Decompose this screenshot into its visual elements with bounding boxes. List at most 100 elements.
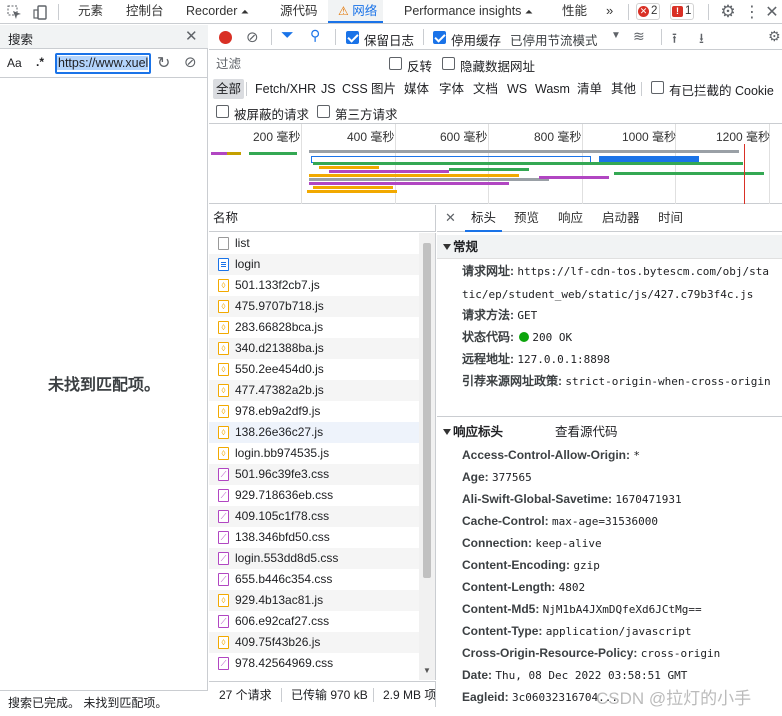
header-value: * [633,449,640,462]
tab-preview[interactable]: 预览 [514,205,539,232]
preserve-log-checkbox[interactable] [346,31,359,44]
filter-doc[interactable]: 文档 [473,79,498,99]
invert-checkbox[interactable] [389,57,402,70]
filter-media[interactable]: 媒体 [404,79,429,99]
request-row[interactable]: ⟋ login.553dd8d5.css [209,548,419,569]
preserve-log-label: 保留日志 [364,34,415,48]
request-row[interactable]: ⟋ 409.105c1f78.css [209,506,419,527]
request-row[interactable]: ⟋ 501.96c39fe3.css [209,464,419,485]
network-conditions-icon[interactable]: ≋ [633,28,645,45]
chevron-down-icon[interactable]: ▼ [611,30,621,41]
timeline-tick: 600 毫秒 [440,130,488,144]
request-row[interactable]: list [209,233,419,254]
request-row[interactable]: ◊ 475.9707b718.js [209,296,419,317]
tab-performance[interactable]: 性能 [562,0,587,23]
tab-elements[interactable]: 元素 [78,0,103,23]
blocked-requests-checkbox[interactable] [216,105,229,118]
header-key: 请求方法: [462,308,514,322]
view-source-link[interactable]: 查看源代码 [555,420,618,444]
tab-response[interactable]: 响应 [558,205,583,232]
request-row[interactable]: ◊ 283.66828bca.js [209,317,419,338]
request-row[interactable]: ⟋ 929.718636eb.css [209,485,419,506]
clear-log-icon[interactable]: ⊘ [246,28,259,46]
filter-ws[interactable]: WS [507,79,527,99]
import-har-icon[interactable]: ⭱ [672,28,677,52]
filter-font[interactable]: 字体 [439,79,464,99]
tab-headers[interactable]: 标头 [465,205,503,232]
filter-manifest[interactable]: 清单 [577,79,602,99]
error-count-badge[interactable]: ✕ 2 [636,3,661,20]
device-toolbar-icon[interactable] [31,3,49,21]
network-settings-gear-icon[interactable]: ⚙ [768,28,781,45]
filter-wasm[interactable]: Wasm [535,79,570,99]
header-key: Date: [462,668,493,682]
header-key: Content-Type: [462,624,543,638]
search-input[interactable]: https://www.xuel [55,53,151,74]
request-name: 978.42564969.css [235,656,334,670]
filter-other[interactable]: 其他 [611,79,636,99]
record-icon[interactable] [219,31,232,44]
request-row[interactable]: ◊ 550.2ee454d0.js [209,359,419,380]
filter-input[interactable]: 过滤 [213,54,381,74]
tab-timing[interactable]: 时间 [658,205,683,232]
filter-all[interactable]: 全部 [213,79,245,99]
close-details-icon[interactable]: ✕ [445,210,456,226]
request-row[interactable]: login [209,254,419,275]
more-options-icon[interactable]: ⋮ [744,2,760,22]
request-row[interactable]: ◊ 978.eb9a2df9.js [209,401,419,422]
match-case-button[interactable]: Aa [7,56,22,70]
inspect-element-icon[interactable] [5,3,23,21]
request-row[interactable]: ◊ 340.d21388ba.js [209,338,419,359]
regex-button[interactable]: .* [36,55,44,69]
request-row[interactable]: ◊ 929.4b13ac81.js [209,590,419,611]
header-row: 请求方法: GET [462,304,772,327]
export-har-icon[interactable]: ⭳ [699,28,704,52]
close-search-icon[interactable]: ✕ [185,27,198,45]
header-key: Connection: [462,536,532,550]
response-headers-toggle[interactable]: 响应标头 查看源代码 [437,420,782,444]
request-row[interactable]: ◊ 138.26e36c27.js [209,422,419,443]
header-key: Content-Length: [462,580,556,594]
search-icon[interactable]: ⚲ [310,27,320,44]
header-row: Content-Md5: NjM1bA4JXmDQfeXd6JCtMg== [462,598,772,621]
request-row[interactable]: ◊ login.bb974535.js [209,443,419,464]
tab-console[interactable]: 控制台 [126,0,164,23]
filter-css[interactable]: CSS [342,79,368,99]
filter-fetch-xhr[interactable]: Fetch/XHR [255,79,316,99]
blocked-cookies-checkbox[interactable] [651,81,664,94]
refresh-icon[interactable]: ↻ [157,53,170,73]
tab-performance-insights[interactable]: Performance insights ⏶ [404,0,533,23]
tab-sources[interactable]: 源代码 [280,0,318,23]
filter-js[interactable]: JS [321,79,336,99]
general-section-toggle[interactable]: 常规 [437,235,782,259]
request-row[interactable]: ◊ 477.47382a2b.js [209,380,419,401]
third-party-checkbox[interactable] [317,105,330,118]
request-row[interactable]: ◊ 501.133f2cb7.js [209,275,419,296]
throttling-select[interactable]: 已停用节流模式 [510,30,598,49]
filter-funnel-icon[interactable]: ⏷ [281,27,294,45]
tab-initiator[interactable]: 启动器 [602,205,640,232]
request-row[interactable]: ◊ 409.75f43b26.js [209,632,419,653]
header-row: Access-Control-Allow-Origin: * [462,444,772,467]
request-list-header-name[interactable]: 名称 [209,205,436,232]
issue-count-badge[interactable]: ! 1 [670,3,695,20]
scroll-down-arrow-icon[interactable]: ▼ [423,666,431,675]
tab-network[interactable]: ⚠ 网络 [328,0,384,23]
more-tabs-icon[interactable]: » [606,0,613,23]
hide-data-urls-checkbox[interactable] [442,57,455,70]
request-row[interactable]: ⟋ 655.b446c354.css [209,569,419,590]
request-row[interactable]: ⟋ 978.42564969.css [209,653,419,674]
css-file-icon: ⟋ [218,468,229,481]
network-overview-timeline[interactable]: 200 毫秒 400 毫秒 600 毫秒 800 毫秒 1000 毫秒 1200… [209,124,782,204]
error-count: 2 [651,5,658,17]
tab-recorder[interactable]: Recorder ⏶ [186,0,249,23]
close-devtools-icon[interactable]: ✕ [764,2,780,22]
disable-cache-checkbox[interactable] [433,31,446,44]
scrollbar-thumb[interactable] [423,243,431,578]
request-list-scrollbar[interactable]: ▼ [419,233,435,680]
request-row[interactable]: ⟋ 138.346bfd50.css [209,527,419,548]
request-row[interactable]: ⟋ 606.e92caf27.css [209,611,419,632]
settings-gear-icon[interactable]: ⚙ [718,2,738,22]
filter-img[interactable]: 图片 [371,79,396,99]
clear-search-icon[interactable]: ⊘ [184,53,197,71]
